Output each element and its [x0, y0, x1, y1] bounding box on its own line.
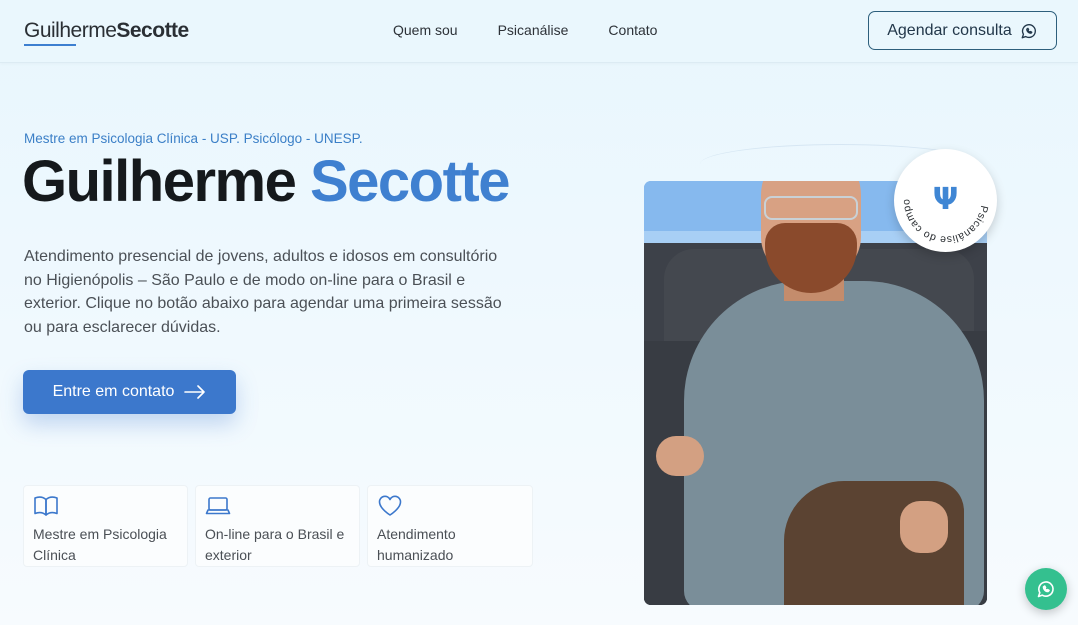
photo-hand-right: [900, 501, 948, 553]
nav-link-psicanalise[interactable]: Psicanálise: [498, 22, 569, 38]
hero-title-last: Secotte: [309, 149, 511, 214]
heart-icon: [378, 495, 402, 516]
hero-title: Guilherme Secotte: [22, 148, 511, 215]
hero-eyebrow: Mestre em Psicologia Clínica - USP. Psic…: [24, 131, 363, 146]
logo-last-name: Secotte: [116, 19, 189, 42]
photo-hand-left: [656, 436, 704, 476]
whatsapp-icon: [1037, 581, 1054, 598]
feature-text: Mestre em Psicologia Clínica: [33, 526, 167, 563]
logo-underline: [24, 44, 76, 46]
book-open-icon: [34, 496, 58, 516]
psi-symbol-icon: Ψ: [933, 182, 959, 217]
feature-text: Atendimento humanizado: [377, 526, 456, 563]
whatsapp-icon: [1021, 23, 1036, 38]
feature-card-mestre: Mestre em Psicologia Clínica: [23, 485, 188, 567]
nav-link-quem-sou[interactable]: Quem sou: [393, 22, 458, 38]
contact-button[interactable]: Entre em contato: [23, 370, 236, 414]
arrow-right-icon: [184, 385, 206, 399]
photo-glasses: [764, 196, 858, 220]
main-nav: Quem sou Psicanálise Contato: [393, 22, 657, 38]
schedule-appointment-label: Agendar consulta: [887, 21, 1012, 39]
whatsapp-float-button[interactable]: [1025, 568, 1067, 610]
site-header: GuilhermeSecotte Quem sou Psicanálise Co…: [0, 0, 1078, 63]
feature-list: Mestre em Psicologia Clínica On-line par…: [23, 485, 533, 567]
laptop-icon: [205, 497, 231, 515]
schedule-appointment-button[interactable]: Agendar consulta: [868, 11, 1057, 50]
badge-graphic: Psicanálise do campo de Freud e Lacan Ψ: [891, 140, 990, 246]
psychoanalysis-badge: Psicanálise do campo de Freud e Lacan Ψ: [891, 140, 997, 252]
hero-description: Atendimento presencial de jovens, adulto…: [24, 248, 502, 336]
logo-first-name: Guilherme: [24, 19, 117, 42]
contact-button-label: Entre em contato: [52, 383, 175, 400]
nav-link-contato[interactable]: Contato: [608, 22, 657, 38]
feature-card-humanizado: Atendimento humanizado: [367, 485, 533, 567]
logo[interactable]: GuilhermeSecotte: [24, 19, 189, 43]
hero-title-first: Guilherme: [22, 149, 297, 214]
feature-card-online: On-line para o Brasil e exterior: [195, 485, 360, 567]
feature-text: On-line para o Brasil e exterior: [205, 526, 345, 563]
